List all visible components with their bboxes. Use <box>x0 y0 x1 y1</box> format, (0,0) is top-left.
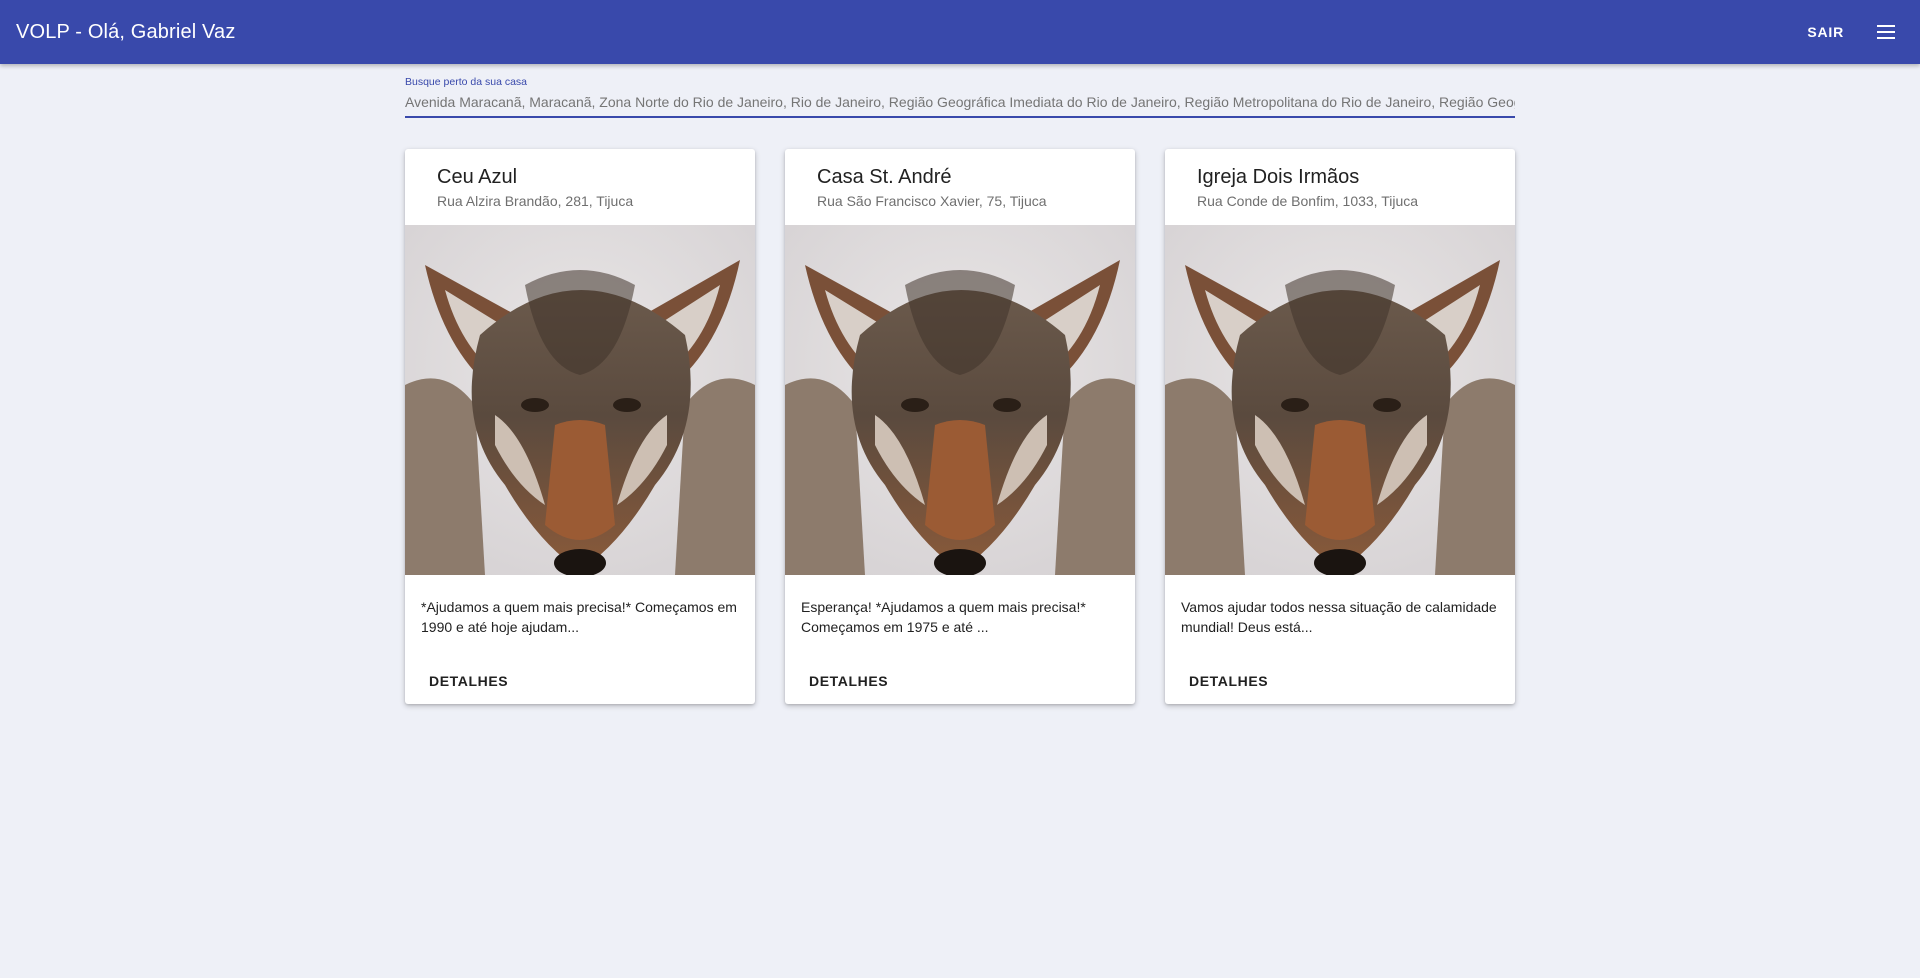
card-description: Vamos ajudar todos nessa situação de cal… <box>1181 599 1497 635</box>
search-input[interactable] <box>405 92 1515 118</box>
card-title: Casa St. André <box>817 166 952 188</box>
card-header: Casa St. André Rua São Francisco Xavier,… <box>785 149 1135 225</box>
card-address: Rua São Francisco Xavier, 75, Tijuca <box>817 193 1047 209</box>
card-photo <box>405 225 755 575</box>
card-header: Ceu Azul Rua Alzira Brandão, 281, Tijuca <box>405 149 755 225</box>
search-label: Busque perto da sua casa <box>405 76 528 88</box>
card-address: Rua Alzira Brandão, 281, Tijuca <box>437 193 634 209</box>
app-title: VOLP - Olá, Gabriel Vaz <box>16 20 236 43</box>
app-bar: VOLP - Olá, Gabriel Vaz SAIR <box>0 0 1920 64</box>
card-description: *Ajudamos a quem mais precisa!* Começamo… <box>421 599 737 635</box>
institution-card: Casa St. André Rua São Francisco Xavier,… <box>785 149 1135 704</box>
details-button[interactable]: DETALHES <box>801 665 896 697</box>
card-title: Igreja Dois Irmãos <box>1197 166 1360 188</box>
institution-card: Igreja Dois Irmãos Rua Conde de Bonfim, … <box>1165 149 1515 704</box>
card-photo <box>785 225 1135 575</box>
card-title: Ceu Azul <box>437 166 518 188</box>
menu-line <box>1877 37 1895 39</box>
card-list: Ceu Azul Rua Alzira Brandão, 281, Tijuca… <box>405 149 1515 704</box>
details-button[interactable]: DETALHES <box>421 665 516 697</box>
institution-card: Ceu Azul Rua Alzira Brandão, 281, Tijuca… <box>405 149 755 704</box>
card-description: Esperança! *Ajudamos a quem mais precisa… <box>801 599 1086 635</box>
card-address: Rua Conde de Bonfim, 1033, Tijuca <box>1197 193 1419 209</box>
details-button[interactable]: DETALHES <box>1181 665 1276 697</box>
search-field: Busque perto da sua casa <box>405 76 1515 118</box>
logout-button[interactable]: SAIR <box>1795 16 1856 48</box>
menu-line <box>1877 25 1895 27</box>
card-photo <box>1165 225 1515 575</box>
menu-line <box>1877 31 1895 33</box>
card-header: Igreja Dois Irmãos Rua Conde de Bonfim, … <box>1165 149 1515 225</box>
hamburger-menu-icon[interactable] <box>1872 18 1900 46</box>
